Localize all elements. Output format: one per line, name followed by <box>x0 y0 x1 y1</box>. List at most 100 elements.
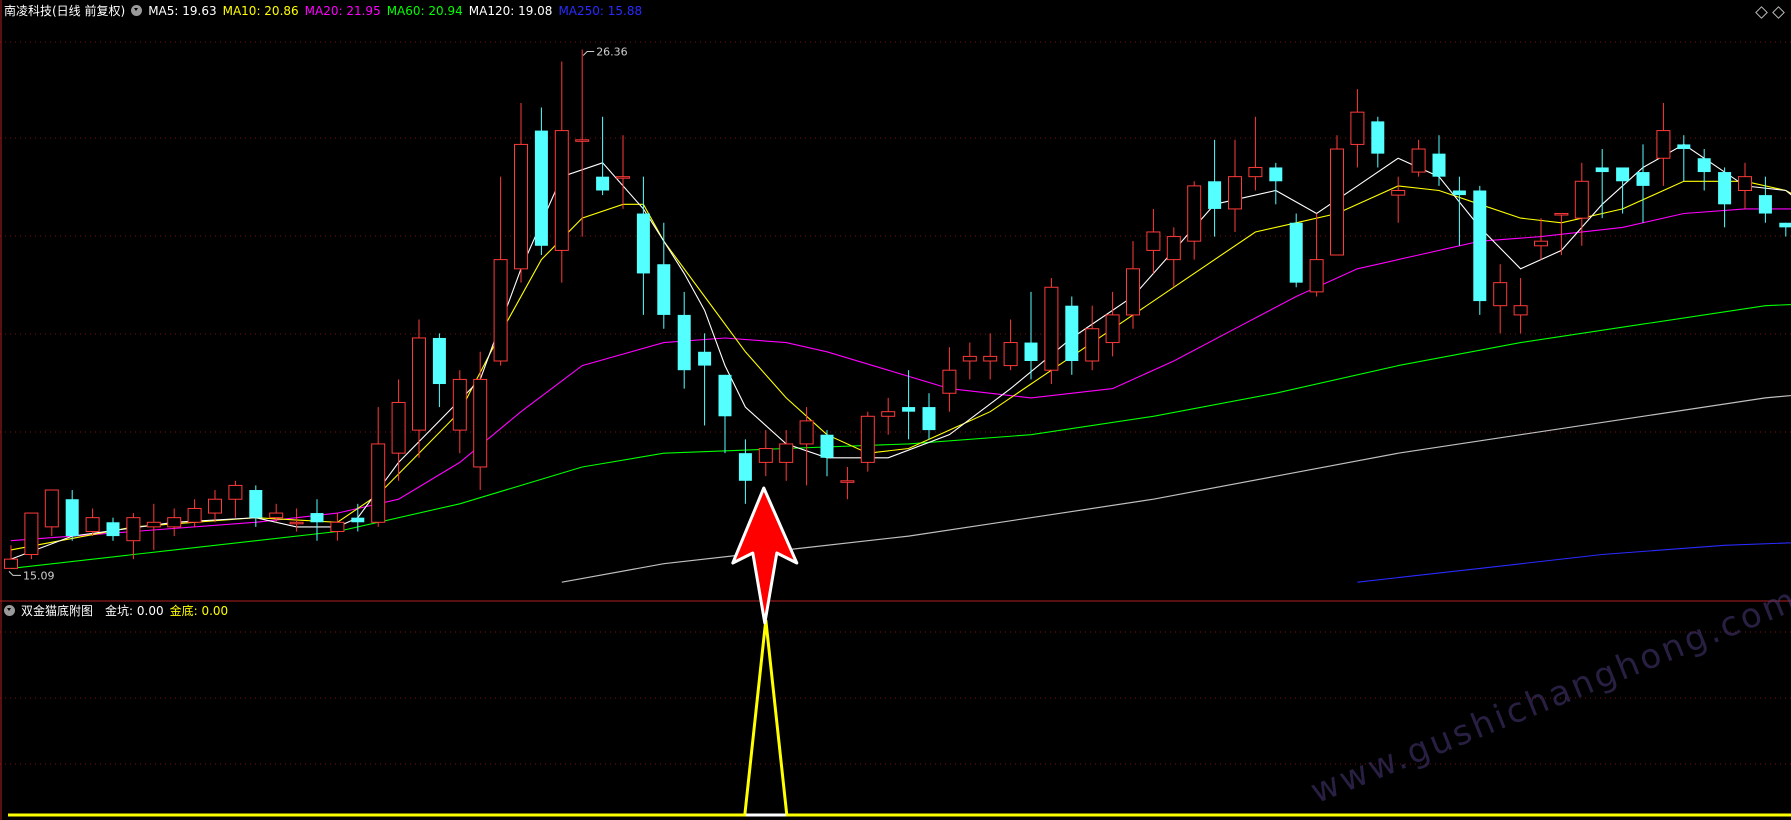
candle-body-up <box>146 521 161 528</box>
ma-legend: MA5: 19.63 MA10: 20.86 MA20: 21.95 MA60: 20… <box>148 4 648 18</box>
red-up-arrow <box>731 486 799 625</box>
main-header: 南凌科技(日线 前复权) MA5: 19.63 MA10: 20.86 MA20: 2… <box>4 3 654 19</box>
candle-body-down <box>820 434 834 458</box>
candle-body-down <box>1208 181 1222 209</box>
candle-body-up <box>330 521 345 532</box>
price-labels: 26.36 15.09 <box>8 45 628 582</box>
ma-legend-item: MA10: 20.86 <box>222 4 299 18</box>
candle-body-up <box>575 139 590 142</box>
candle-body-up <box>1493 282 1508 307</box>
candle-body-up <box>391 401 406 454</box>
candle-body-up <box>983 355 998 362</box>
candle-body-up <box>758 448 773 463</box>
candle-body-down <box>596 176 610 191</box>
candle-body-up <box>85 517 100 532</box>
candle-body-up <box>167 517 182 528</box>
candle-body-down <box>636 213 650 274</box>
candle-body-up <box>1738 176 1752 191</box>
settings-dropdown-icon[interactable] <box>131 5 143 16</box>
candle-body-up <box>4 558 18 569</box>
candle-body-down <box>1718 172 1732 205</box>
candle-body-up <box>779 443 794 463</box>
candle-body-up <box>554 130 569 251</box>
candle-body-up <box>289 521 304 525</box>
candle-body-up <box>1248 166 1263 178</box>
candle-body-up <box>371 443 386 523</box>
max-price-label: 26.36 <box>596 45 628 58</box>
candle-body-up <box>493 259 508 362</box>
ma20-line <box>10 208 1791 542</box>
candle-body-down <box>922 407 936 431</box>
candle-body-up <box>860 415 875 463</box>
buy-signal-arrow <box>731 486 799 625</box>
candle-body-down <box>718 374 732 417</box>
candle-body-up <box>1330 148 1344 256</box>
candle-body-up <box>1085 328 1100 362</box>
candle-body-down <box>1636 172 1650 186</box>
candle-body-down <box>657 264 671 315</box>
candle-body-down <box>1758 195 1772 214</box>
candle-body-up <box>1391 189 1406 196</box>
ma-legend-item: MA60: 20.94 <box>386 4 463 18</box>
candle-body-down <box>534 130 548 246</box>
candle-body-down <box>698 351 712 366</box>
indicator-dropdown-icon[interactable] <box>4 605 15 616</box>
candle-body-up <box>616 176 630 179</box>
candle-body-down <box>1024 342 1038 361</box>
ma5-line <box>10 143 1791 560</box>
candle-body-up <box>1044 286 1059 371</box>
max-pointer <box>582 50 595 56</box>
min-price-label: 15.09 <box>23 569 55 582</box>
candle-body-down <box>432 337 446 385</box>
candle-body-up <box>473 378 488 468</box>
candle-body-up <box>208 498 222 514</box>
candle-body-up <box>1411 148 1426 173</box>
candle-body-down <box>1065 305 1079 361</box>
candle-body-up <box>962 355 977 362</box>
candle-body-down <box>1697 158 1711 173</box>
candle-body-down <box>902 407 916 412</box>
candle-body-down <box>249 490 263 518</box>
indicator-legend: 金坑: 0.00 金底: 0.00 <box>105 604 234 618</box>
candle-body-up <box>514 143 528 270</box>
candle-body-down <box>1371 121 1385 154</box>
candle-body-down <box>1432 153 1446 177</box>
candle-body-down <box>351 517 365 523</box>
candle-body-up <box>1003 342 1018 367</box>
sub-header: 双金猫底附图 金坑: 0.00 金底: 0.00 <box>4 603 240 619</box>
candle-body-up <box>228 484 243 500</box>
chart-title: 南凌科技(日线 前复权) <box>4 4 126 18</box>
candle-body-down <box>1289 222 1303 283</box>
candle-body-up <box>269 512 284 519</box>
candle-body-up <box>840 480 855 483</box>
candle-body-up <box>1166 236 1181 261</box>
candle-body-down <box>1779 222 1791 228</box>
candle-body-up <box>1228 176 1242 210</box>
indicator-legend-item: 金底: 0.00 <box>169 604 229 618</box>
candle-body-down <box>1616 167 1630 182</box>
candlesticks <box>4 49 1791 569</box>
candle-body-up <box>1126 268 1140 316</box>
candle-body-up <box>412 337 426 431</box>
candle-body-up <box>1656 130 1671 159</box>
candle-body-down <box>738 453 752 481</box>
candle-body-up <box>452 378 467 431</box>
candle-body-down <box>1473 190 1487 302</box>
indicator-title: 双金猫底附图 <box>21 604 94 618</box>
min-pointer <box>8 570 21 576</box>
candle-body-up <box>1554 213 1569 216</box>
candle-body-up <box>1105 314 1120 344</box>
candle-body-down <box>677 314 691 371</box>
candle-body-up <box>44 489 59 528</box>
candle-body-up <box>1187 185 1202 242</box>
ma10-line <box>10 180 1791 551</box>
candle-body-up <box>881 411 896 417</box>
candle-body-down <box>65 499 79 537</box>
candle-body-up <box>942 369 957 394</box>
candle-body-down <box>1595 167 1609 173</box>
ma-legend-item: MA20: 21.95 <box>304 4 381 18</box>
candle-body-up <box>1146 231 1161 251</box>
ma-legend-item: MA5: 19.63 <box>148 4 217 18</box>
candle-body-up <box>126 517 141 542</box>
ma250-line <box>1357 542 1791 583</box>
